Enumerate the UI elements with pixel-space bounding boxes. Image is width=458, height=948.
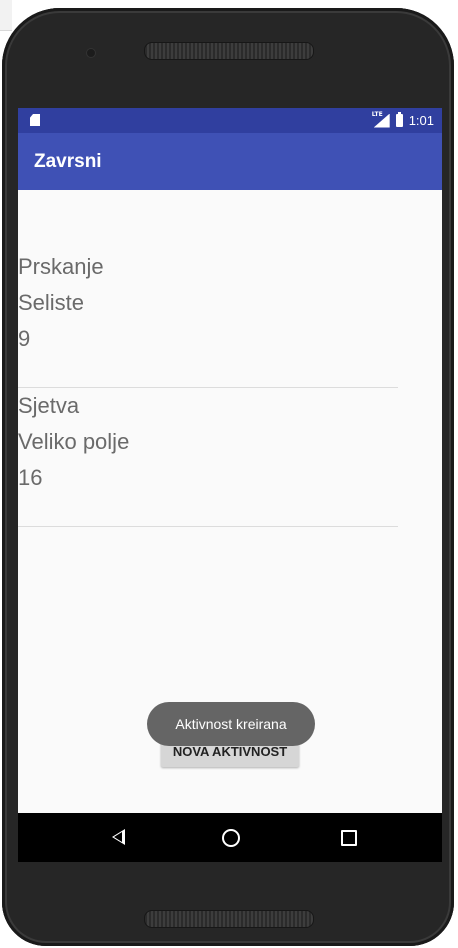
activity-value: 9	[18, 326, 31, 351]
home-icon[interactable]	[222, 829, 240, 847]
list-divider	[18, 526, 398, 527]
activity-name: Prskanje	[18, 254, 104, 279]
battery-icon	[395, 112, 403, 127]
list-item[interactable]: Prskanje Seliste 9	[18, 249, 398, 357]
status-bar: LTE 1:01	[18, 108, 442, 133]
activity-name: Sjetva	[18, 393, 80, 418]
sd-card-icon	[30, 114, 40, 126]
back-icon[interactable]	[112, 829, 125, 845]
app-bar: Zavrsni	[18, 133, 442, 190]
navigation-bar	[18, 813, 442, 862]
phone-frame: LTE 1:01 Zavrsni Prskanje Seliste 9 Sjet…	[2, 8, 454, 946]
status-time: 1:01	[408, 113, 434, 128]
toast-message: Aktivnost kreirana	[147, 702, 315, 746]
front-camera	[86, 48, 96, 58]
activity-value: 16	[18, 465, 43, 490]
list-item[interactable]: Sjetva Veliko polje 16	[18, 388, 398, 496]
bottom-speaker-grille	[144, 910, 314, 928]
app-title: Zavrsni	[34, 151, 102, 172]
window-corner	[0, 0, 12, 31]
activity-location: Veliko polje	[18, 429, 130, 454]
activity-location: Seliste	[18, 290, 85, 315]
status-indicators: LTE 1:01	[371, 110, 434, 129]
top-speaker-grille	[144, 42, 314, 60]
recents-icon[interactable]	[341, 830, 357, 846]
signal-icon: LTE	[371, 110, 390, 128]
device-screen: LTE 1:01 Zavrsni Prskanje Seliste 9 Sjet…	[18, 108, 442, 862]
network-type-label: LTE	[371, 110, 383, 118]
